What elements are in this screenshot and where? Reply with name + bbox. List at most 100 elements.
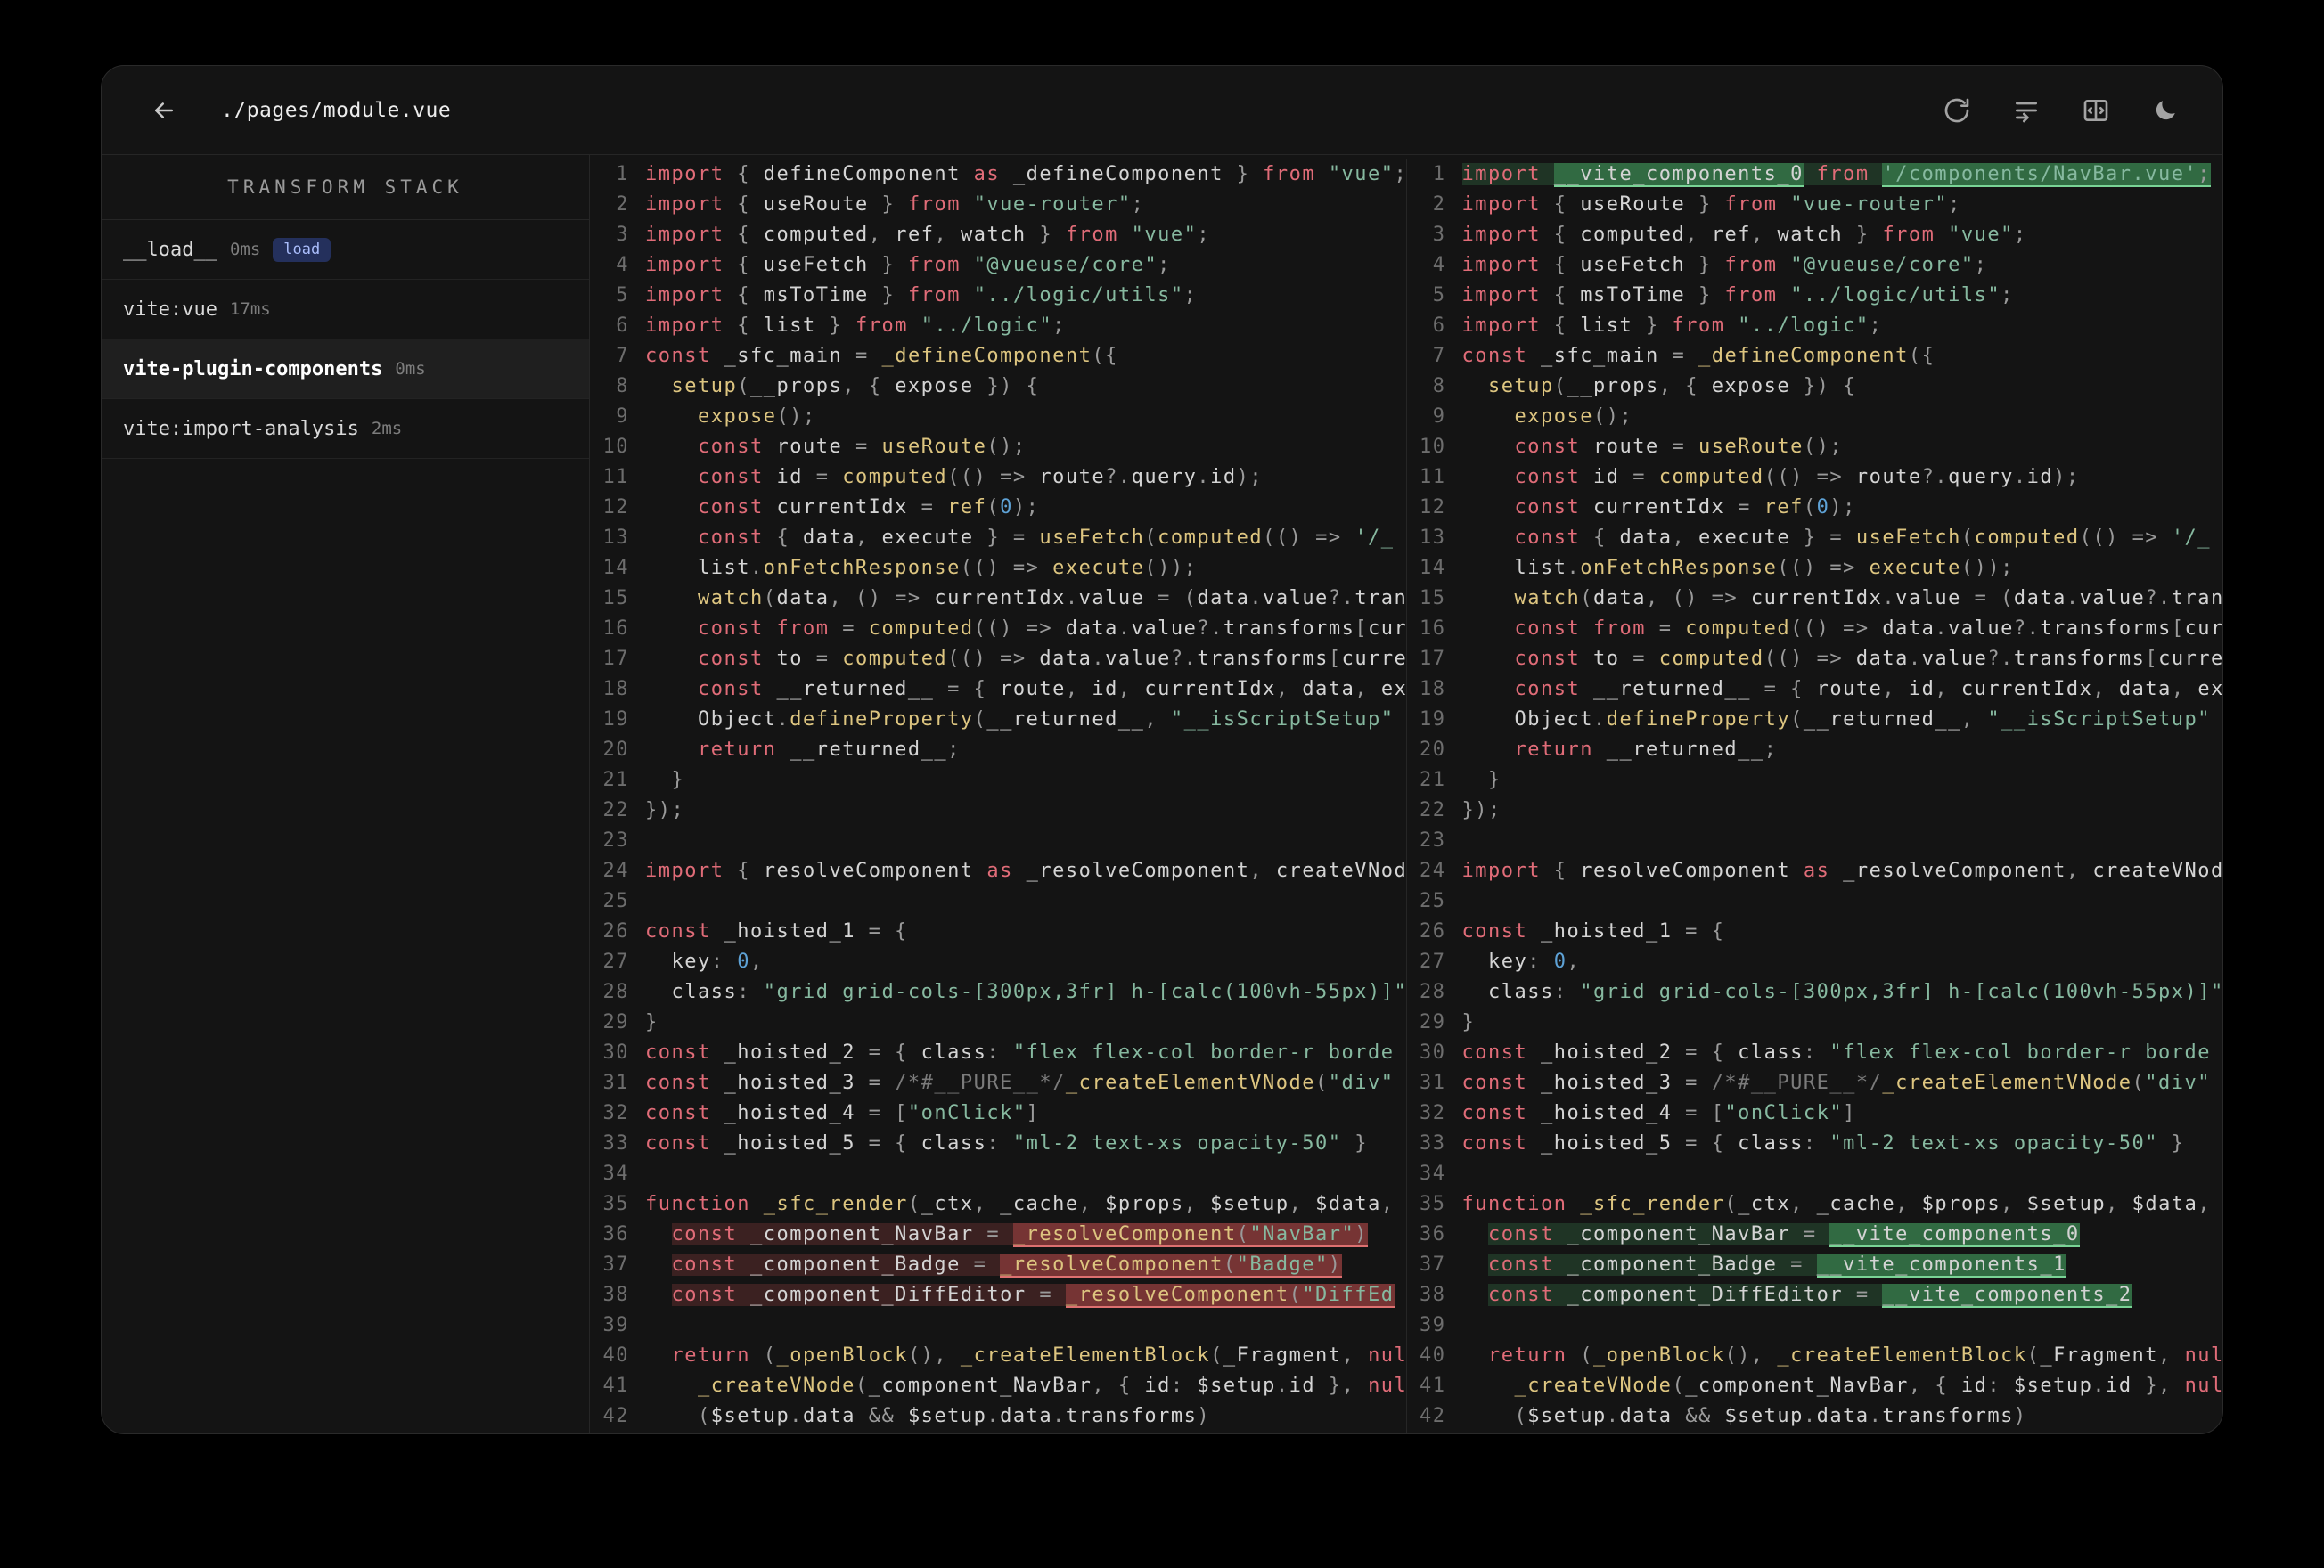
code-line-text: _createVNode(_component_NavBar, { id: $s…: [697, 1375, 1406, 1397]
code-line: 38 const _component_DiffEditor = _resolv…: [590, 1280, 1406, 1311]
stack-item-time: 2ms: [371, 419, 403, 438]
line-number: 5: [1432, 284, 1446, 306]
line-number: 5: [616, 284, 629, 306]
code-line: 33 const _hoisted_5 = { class: "ml-2 text…: [590, 1129, 1406, 1159]
line-number: 42: [602, 1405, 629, 1427]
stack-item-vite:import-analysis[interactable]: vite:import-analysis 2ms: [102, 399, 589, 459]
code-line: 41 _createVNode(_component_NavBar, { id:…: [1407, 1371, 2222, 1401]
back-button[interactable]: [144, 91, 184, 130]
line-number: 20: [602, 739, 629, 761]
code-line: 16 const from = computed(() => data.valu…: [590, 614, 1406, 644]
code-line: 28 class: "grid grid-cols-[300px,3fr] h-…: [1407, 977, 2222, 1008]
stack-item-__load__[interactable]: __load__ 0ms load: [102, 220, 589, 280]
stack-item-vite-plugin-components[interactable]: vite-plugin-components 0ms: [102, 339, 589, 399]
code-line: 24 import { resolveComponent as _resolveC…: [1407, 856, 2222, 886]
line-number: 36: [1420, 1223, 1446, 1245]
diff-original-pane[interactable]: 1 import { defineComponent as _defineComp…: [590, 159, 1406, 1433]
code-line: 24 import { resolveComponent as _resolveC…: [590, 856, 1406, 886]
code-line: 22});: [590, 796, 1406, 826]
code-line: 20 return __returned__;: [1407, 735, 2223, 765]
code-line-text: ($setup.data && $setup.data.transforms): [1461, 1405, 2027, 1427]
refresh-button[interactable]: [1939, 93, 1975, 128]
line-number: 10: [1420, 436, 1446, 458]
diff-transformed-pane[interactable]: 1 import __vite_components_0 from '/compo…: [1405, 159, 2223, 1433]
line-number: 41: [602, 1375, 629, 1397]
diff-added-line: const _component_NavBar = __vite_compone…: [1488, 1223, 2080, 1247]
stack-item-badge: load: [273, 237, 331, 262]
code-line-text: Object.defineProperty(__returned__, "__i…: [697, 708, 1395, 731]
code-line-text: const _sfc_main = _defineComponent({: [1461, 345, 1935, 367]
code-line: 14 list.onFetchResponse(() => execute())…: [590, 553, 1406, 584]
code-line: 38 const _component_DiffEditor = __vite_…: [1407, 1280, 2223, 1311]
module-title: ./pages/module.vue: [221, 98, 452, 122]
line-number: 35: [602, 1193, 629, 1215]
line-number: 15: [1420, 587, 1446, 609]
code-line: 32 const _hoisted_4 = ["onClick"]: [1407, 1098, 2223, 1129]
code-line: 26 const _hoisted_1 = {: [1407, 917, 2223, 947]
code-line-text: _createVNode(_component_NavBar, { id: $s…: [1514, 1375, 2222, 1397]
code-line: 14 list.onFetchResponse(() => execute())…: [1407, 553, 2223, 584]
code-line: 7 const _sfc_main = _defineComponent({: [590, 341, 1406, 372]
code-line-text: import { useFetch } from "@vueuse/core";: [645, 254, 1171, 276]
line-number: 13: [1420, 527, 1446, 549]
stack-item-vite:vue[interactable]: vite:vue 17ms: [102, 280, 589, 339]
code-line: 42 ($setup.data && $setup.data.transform…: [1407, 1401, 2223, 1432]
line-number: 26: [1420, 920, 1446, 943]
code-line: 37 const _component_Badge = __vite_compo…: [1407, 1250, 2223, 1280]
stack-item-name: vite:vue: [123, 298, 217, 321]
line-number: 23: [1420, 829, 1446, 852]
code-line-text: const _hoisted_5 = { class: "ml-2 text-x…: [1461, 1132, 2185, 1155]
stack-item-time: 0ms: [229, 240, 261, 259]
dark-mode-toggle[interactable]: [2148, 93, 2183, 128]
code-line: 17 const to = computed(() => data.value?…: [1407, 644, 2222, 674]
code-line: 5 import { msToTime } from "../logic/util…: [590, 281, 1406, 311]
code-line: 15 watch(data, () => currentIdx.value = …: [590, 584, 1406, 614]
code-line: 8 setup(__props, { expose }) {: [590, 372, 1406, 402]
code-line-text: [645, 886, 1406, 917]
code-line-text: key: 0,: [671, 951, 764, 973]
code-line-text: const _component_DiffEditor = __vite_com…: [1462, 1280, 2223, 1311]
line-number: 39: [602, 1314, 629, 1336]
code-line: 40 return (_openBlock(), _createElementB…: [590, 1341, 1406, 1371]
code-line-text: const _component_Badge = __vite_componen…: [1462, 1250, 2223, 1280]
code-line-text: const _component_NavBar = _resolveCompon…: [645, 1220, 1406, 1250]
line-number: 14: [1420, 557, 1446, 579]
stack-item-time: 0ms: [395, 359, 426, 379]
code-line: 19 Object.defineProperty(__returned__, "…: [590, 705, 1406, 735]
code-line: 7 const _sfc_main = _defineComponent({: [1407, 341, 2223, 372]
stack-item-name: vite-plugin-components: [123, 357, 383, 380]
code-line-text: const _hoisted_4 = ["onClick"]: [1461, 1102, 1856, 1124]
code-line: 34: [590, 1159, 1406, 1189]
side-by-side-toggle[interactable]: [2078, 93, 2114, 128]
line-number: 40: [1420, 1344, 1446, 1367]
code-line-text: [1462, 1311, 2223, 1341]
code-line-text: [645, 1311, 1406, 1341]
code-line: 2 import { useRoute } from "vue-router";: [590, 190, 1406, 220]
code-line-text: const to = computed(() => data.value?.tr…: [1514, 648, 2222, 670]
code-line: 29}: [590, 1008, 1406, 1038]
app-header: ./pages/module.vue: [102, 66, 2222, 155]
code-line: 10 const route = useRoute();: [590, 432, 1406, 462]
code-line-text: const id = computed(() => route?.query.i…: [697, 466, 1264, 488]
code-line: 26 const _hoisted_1 = {: [590, 917, 1406, 947]
code-line-text: return (_openBlock(), _createElementBloc…: [671, 1344, 1406, 1367]
inline-diff-icon: [2016, 102, 2037, 122]
code-line-text: }: [645, 769, 685, 791]
code-line-text: const currentIdx = ref(0);: [697, 496, 1040, 519]
code-line: 16 const from = computed(() => data.valu…: [1407, 614, 2222, 644]
code-line: 6 import { list } from "../logic";: [590, 311, 1406, 341]
code-line-text: const _hoisted_2 = { class: "flex flex-c…: [645, 1041, 1395, 1064]
line-number: 16: [602, 617, 629, 640]
line-number: 6: [616, 314, 629, 337]
inline-diff-toggle[interactable]: [2009, 93, 2044, 128]
code-line: 4 import { useFetch } from "@vueuse/core"…: [590, 250, 1406, 281]
line-number: 4: [616, 254, 629, 276]
code-line-text: const route = useRoute();: [697, 436, 1027, 458]
code-line-text: const __returned__ = { route, id, curren…: [697, 678, 1406, 700]
code-line-text: [645, 826, 1406, 856]
code-line: 21 }: [1407, 765, 2223, 796]
code-line: 40 return (_openBlock(), _createElementB…: [1407, 1341, 2222, 1371]
line-number: 31: [1420, 1072, 1446, 1094]
line-number: 1: [616, 163, 629, 185]
code-line: 35 function _sfc_render(_ctx, _cache, $pr…: [590, 1189, 1406, 1220]
